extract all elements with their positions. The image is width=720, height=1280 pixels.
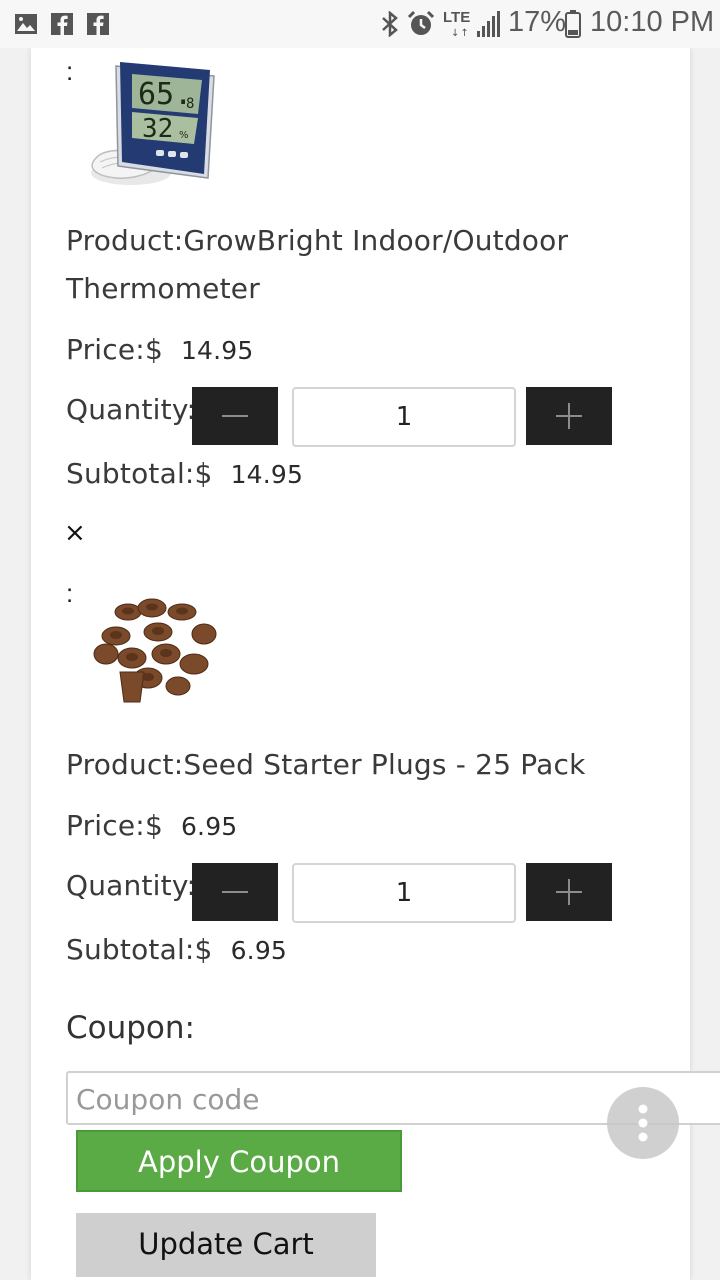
svg-text:32: 32 (142, 114, 173, 144)
product-name-2: Product:Seed Starter Plugs - 25 Pack (66, 748, 586, 781)
more-vertical-icon (638, 1104, 648, 1142)
clock: 10:10 PM (590, 6, 715, 38)
product-name-value: GrowBright Indoor/Outdoor (183, 224, 569, 257)
bluetooth-icon (382, 11, 398, 37)
minus-icon (222, 415, 248, 417)
price-value-2: 6.95 (180, 812, 238, 841)
facebook-notification-icon-2 (87, 13, 109, 35)
price-value: 14.95 (180, 336, 254, 365)
product-name-line2: Thermometer (66, 272, 260, 305)
plus-icon (556, 879, 582, 905)
remove-item-button[interactable]: × (64, 518, 86, 548)
subtotal-value-2: 6.95 (230, 936, 288, 965)
subtotal-row-2: Subtotal:$ 6.95 (66, 933, 287, 966)
apply-coupon-button[interactable]: Apply Coupon (76, 1130, 402, 1192)
quantity-label-2: Quantity: (66, 869, 197, 902)
price-row: Price:$ 14.95 (66, 333, 254, 366)
lte-label: LTE (443, 9, 471, 26)
thermometer-product-image[interactable]: 65. 8 32 % (86, 58, 216, 193)
facebook-notification-icon (51, 13, 73, 35)
more-options-button[interactable] (607, 1087, 679, 1159)
svg-text:%: % (179, 130, 189, 141)
plus-icon (556, 403, 582, 429)
subtotal-row: Subtotal:$ 14.95 (66, 457, 303, 490)
quantity-input-2[interactable]: 1 (292, 863, 516, 923)
product-name: Product:GrowBright Indoor/Outdoor (66, 224, 568, 257)
increase-quantity-button[interactable] (526, 387, 612, 445)
price-row-2: Price:$ 6.95 (66, 809, 237, 842)
decrease-quantity-button-2[interactable] (192, 863, 278, 921)
seed-plugs-product-image[interactable] (86, 592, 220, 712)
minus-icon (222, 891, 248, 893)
subtotal-label: Subtotal:$ (66, 457, 213, 490)
alarm-icon (407, 10, 435, 35)
quantity-label: Quantity: (66, 393, 197, 426)
quantity-input[interactable]: 1 (292, 387, 516, 447)
status-bar: LTE ↓↑ 17% 10:10 PM (0, 0, 720, 48)
increase-quantity-button-2[interactable] (526, 863, 612, 921)
battery-icon (565, 10, 581, 38)
signal-icon (477, 11, 500, 37)
product-label: Product: (66, 224, 184, 257)
subtotal-label-2: Subtotal:$ (66, 933, 213, 966)
item-colon: : (66, 56, 74, 86)
price-label-2: Price:$ (66, 809, 163, 842)
svg-text:8: 8 (186, 96, 194, 112)
battery-percent: 17% (508, 6, 567, 38)
gallery-notification-icon (15, 14, 37, 34)
product-name-value-2: Seed Starter Plugs - 25 Pack (183, 748, 586, 781)
price-label: Price:$ (66, 333, 163, 366)
lte-arrows-icon: ↓↑ (451, 28, 470, 39)
decrease-quantity-button[interactable] (192, 387, 278, 445)
coupon-label: Coupon: (66, 1010, 195, 1046)
svg-text:65.: 65. (138, 77, 192, 112)
update-cart-button[interactable]: Update Cart (76, 1213, 376, 1277)
subtotal-value: 14.95 (230, 460, 304, 489)
item-colon-2: : (66, 578, 74, 608)
product-label-2: Product: (66, 748, 184, 781)
